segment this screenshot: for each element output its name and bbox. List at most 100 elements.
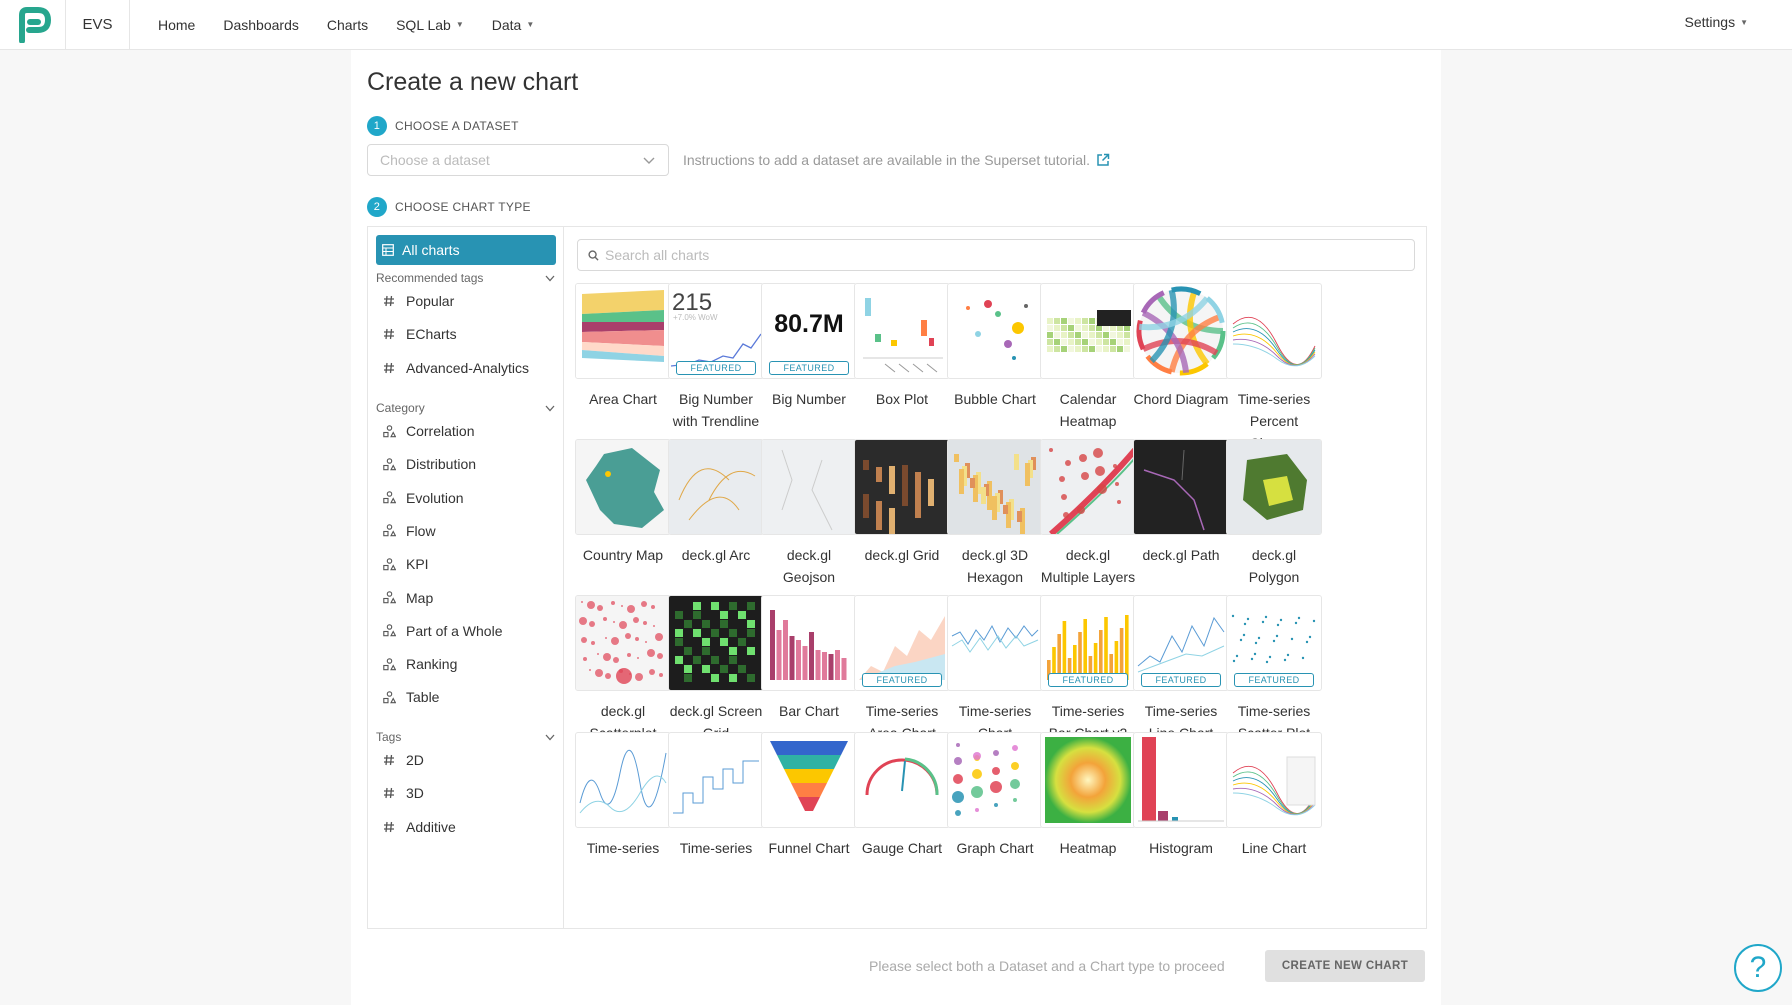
sidebar-item-additive[interactable]: Additive (382, 819, 456, 835)
chart-thumbnail[interactable] (575, 283, 671, 379)
brand-name[interactable]: EVS (66, 0, 130, 50)
nav-item-dashboards[interactable]: Dashboards (223, 17, 299, 33)
chart-thumbnail[interactable] (668, 732, 764, 828)
chart-tile-time-series[interactable]: Time-series (575, 732, 671, 859)
chart-thumbnail[interactable] (854, 283, 950, 379)
chart-tile-big-number-with-trendline[interactable]: 215 +7.0% WoW FEATURED Big Number with Tren… (668, 283, 764, 432)
chart-thumbnail[interactable] (947, 595, 1043, 691)
chart-tile-box-plot[interactable]: Box Plot (854, 283, 950, 410)
chart-filter-sidebar[interactable]: All charts Recommended tags Popular EChart… (368, 227, 564, 928)
chart-thumbnail[interactable] (668, 595, 764, 691)
chart-tile-bubble-chart[interactable]: Bubble Chart (947, 283, 1043, 410)
chart-thumbnail[interactable] (1040, 439, 1136, 535)
sidebar-item-all-charts[interactable]: All charts (376, 235, 556, 265)
sidebar-item-distribution[interactable]: Distribution (382, 456, 476, 472)
help-button[interactable]: ? (1734, 944, 1782, 992)
sidebar-item-3d[interactable]: 3D (382, 785, 424, 801)
chart-tile-deck-gl-path[interactable]: deck.gl Path (1133, 439, 1229, 566)
chart-tile-time-series-bar-chart-v2[interactable]: FEATUREDTime-series Bar Chart v2 (1040, 595, 1136, 744)
sidebar-item-kpi[interactable]: KPI (382, 556, 429, 572)
sidebar-group-header[interactable]: Category (376, 401, 556, 415)
chart-thumbnail[interactable] (947, 439, 1043, 535)
sidebar-group-header[interactable]: Recommended tags (376, 271, 556, 285)
chart-tile-deck-gl-screen-grid[interactable]: deck.gl Screen Grid (668, 595, 764, 744)
chart-gallery[interactable]: Area Chart 215+7.0% WoW FEATURED Big Number… (565, 227, 1427, 928)
chart-thumbnail[interactable] (761, 732, 857, 828)
chart-tile-deck-gl-multiple-layers[interactable]: deck.gl Multiple Layers (1040, 439, 1136, 588)
chart-thumbnail[interactable] (947, 283, 1043, 379)
sidebar-item-2d[interactable]: 2D (382, 752, 424, 768)
chart-thumbnail[interactable] (1133, 732, 1229, 828)
chart-tile-deck-gl-arc[interactable]: deck.gl Arc (668, 439, 764, 566)
chart-thumbnail[interactable] (1040, 283, 1136, 379)
chart-thumbnail[interactable]: 215 +7.0% WoW FEATURED (668, 283, 764, 379)
sidebar-item-flow[interactable]: Flow (382, 523, 436, 539)
chart-thumbnail[interactable] (1226, 439, 1322, 535)
chart-thumbnail[interactable] (854, 439, 950, 535)
chart-thumbnail[interactable] (668, 439, 764, 535)
chart-thumbnail[interactable] (854, 732, 950, 828)
chart-tile-deck-gl-geojson[interactable]: deck.gl Geojson (761, 439, 857, 588)
chart-thumbnail[interactable]: FEATURED (854, 595, 950, 691)
chart-thumbnail[interactable] (1226, 732, 1322, 828)
dataset-select[interactable]: Choose a dataset (367, 144, 669, 176)
nav-item-charts[interactable]: Charts (327, 17, 368, 33)
chart-thumbnail[interactable]: FEATURED (1133, 595, 1229, 691)
logo[interactable] (0, 0, 66, 50)
chart-tile-time-series-area-chart[interactable]: FEATUREDTime-series Area Chart (854, 595, 950, 744)
chart-thumbnail[interactable] (1133, 439, 1229, 535)
chart-thumbnail[interactable] (761, 595, 857, 691)
chart-thumbnail[interactable] (1040, 732, 1136, 828)
chart-tile-big-number[interactable]: 80.7M FEATURED Big Number (761, 283, 857, 410)
sidebar-item-evolution[interactable]: Evolution (382, 490, 464, 506)
chart-thumbnail[interactable] (761, 439, 857, 535)
chart-thumbnail[interactable] (1226, 283, 1322, 379)
nav-item-data[interactable]: Data ▼ (492, 17, 535, 33)
chart-thumbnail[interactable] (575, 732, 671, 828)
external-link-icon[interactable] (1096, 153, 1110, 167)
sidebar-item-advanced-analytics[interactable]: Advanced-Analytics (382, 360, 529, 376)
chart-tile-chord-diagram[interactable]: Chord Diagram (1133, 283, 1229, 410)
chart-search[interactable] (577, 239, 1415, 271)
sidebar-item-map[interactable]: Map (382, 590, 433, 606)
settings-menu[interactable]: Settings ▼ (1684, 14, 1748, 30)
chart-tile-deck-gl-scatterplot[interactable]: deck.gl Scatterplot (575, 595, 671, 744)
chart-tile-heatmap[interactable]: Heatmap (1040, 732, 1136, 859)
sidebar-item-correlation[interactable]: Correlation (382, 423, 474, 439)
chart-tile-bar-chart[interactable]: Bar Chart (761, 595, 857, 722)
chart-tile-deck-gl-grid[interactable]: deck.gl Grid (854, 439, 950, 566)
sidebar-item-ranking[interactable]: Ranking (382, 656, 457, 672)
chart-tile-line-chart[interactable]: Line Chart (1226, 732, 1322, 859)
chart-thumbnail[interactable]: FEATURED (1226, 595, 1322, 691)
chart-tile-time-series-scatter-plot[interactable]: FEATUREDTime-series Scatter Plot (1226, 595, 1322, 744)
chart-tile-deck-gl-polygon[interactable]: deck.gl Polygon (1226, 439, 1322, 588)
chart-tile-calendar-heatmap[interactable]: Calendar Heatmap (1040, 283, 1136, 432)
sidebar-item-table[interactable]: Table (382, 689, 439, 705)
chart-tile-gauge-chart[interactable]: Gauge Chart (854, 732, 950, 859)
search-input[interactable] (605, 247, 1385, 263)
chart-thumbnail[interactable] (575, 439, 671, 535)
create-new-chart-button[interactable]: CREATE NEW CHART (1265, 950, 1425, 982)
chart-tile-time-series-percent-change[interactable]: Time-series Percent Change (1226, 283, 1322, 454)
chart-thumbnail[interactable]: FEATURED (1040, 595, 1136, 691)
chart-tile-time-series-chart[interactable]: Time-series Chart (947, 595, 1043, 744)
sidebar-item-part-of-a-whole[interactable]: Part of a Whole (382, 623, 503, 639)
chart-tile-deck-gl-3d-hexagon[interactable]: deck.gl 3D Hexagon (947, 439, 1043, 588)
sidebar-item-popular[interactable]: Popular (382, 293, 454, 309)
chart-tile-graph-chart[interactable]: Graph Chart (947, 732, 1043, 859)
chart-tile-time-series[interactable]: Time-series (668, 732, 764, 859)
chart-tile-time-series-line-chart[interactable]: FEATUREDTime-series Line Chart (1133, 595, 1229, 744)
chart-tile-funnel-chart[interactable]: Funnel Chart (761, 732, 857, 859)
chart-thumbnail[interactable] (947, 732, 1043, 828)
chart-thumbnail[interactable] (575, 595, 671, 691)
chart-tile-country-map[interactable]: Country Map (575, 439, 671, 566)
nav-item-sql-lab[interactable]: SQL Lab ▼ (396, 17, 464, 33)
group-title: Recommended tags (376, 271, 484, 285)
nav-item-home[interactable]: Home (158, 17, 195, 33)
sidebar-group-header[interactable]: Tags (376, 730, 556, 744)
sidebar-item-echarts[interactable]: ECharts (382, 326, 457, 342)
chart-tile-area-chart[interactable]: Area Chart (575, 283, 671, 410)
chart-thumbnail[interactable]: 80.7M FEATURED (761, 283, 857, 379)
chart-thumbnail[interactable] (1133, 283, 1229, 379)
chart-tile-histogram[interactable]: Histogram (1133, 732, 1229, 859)
